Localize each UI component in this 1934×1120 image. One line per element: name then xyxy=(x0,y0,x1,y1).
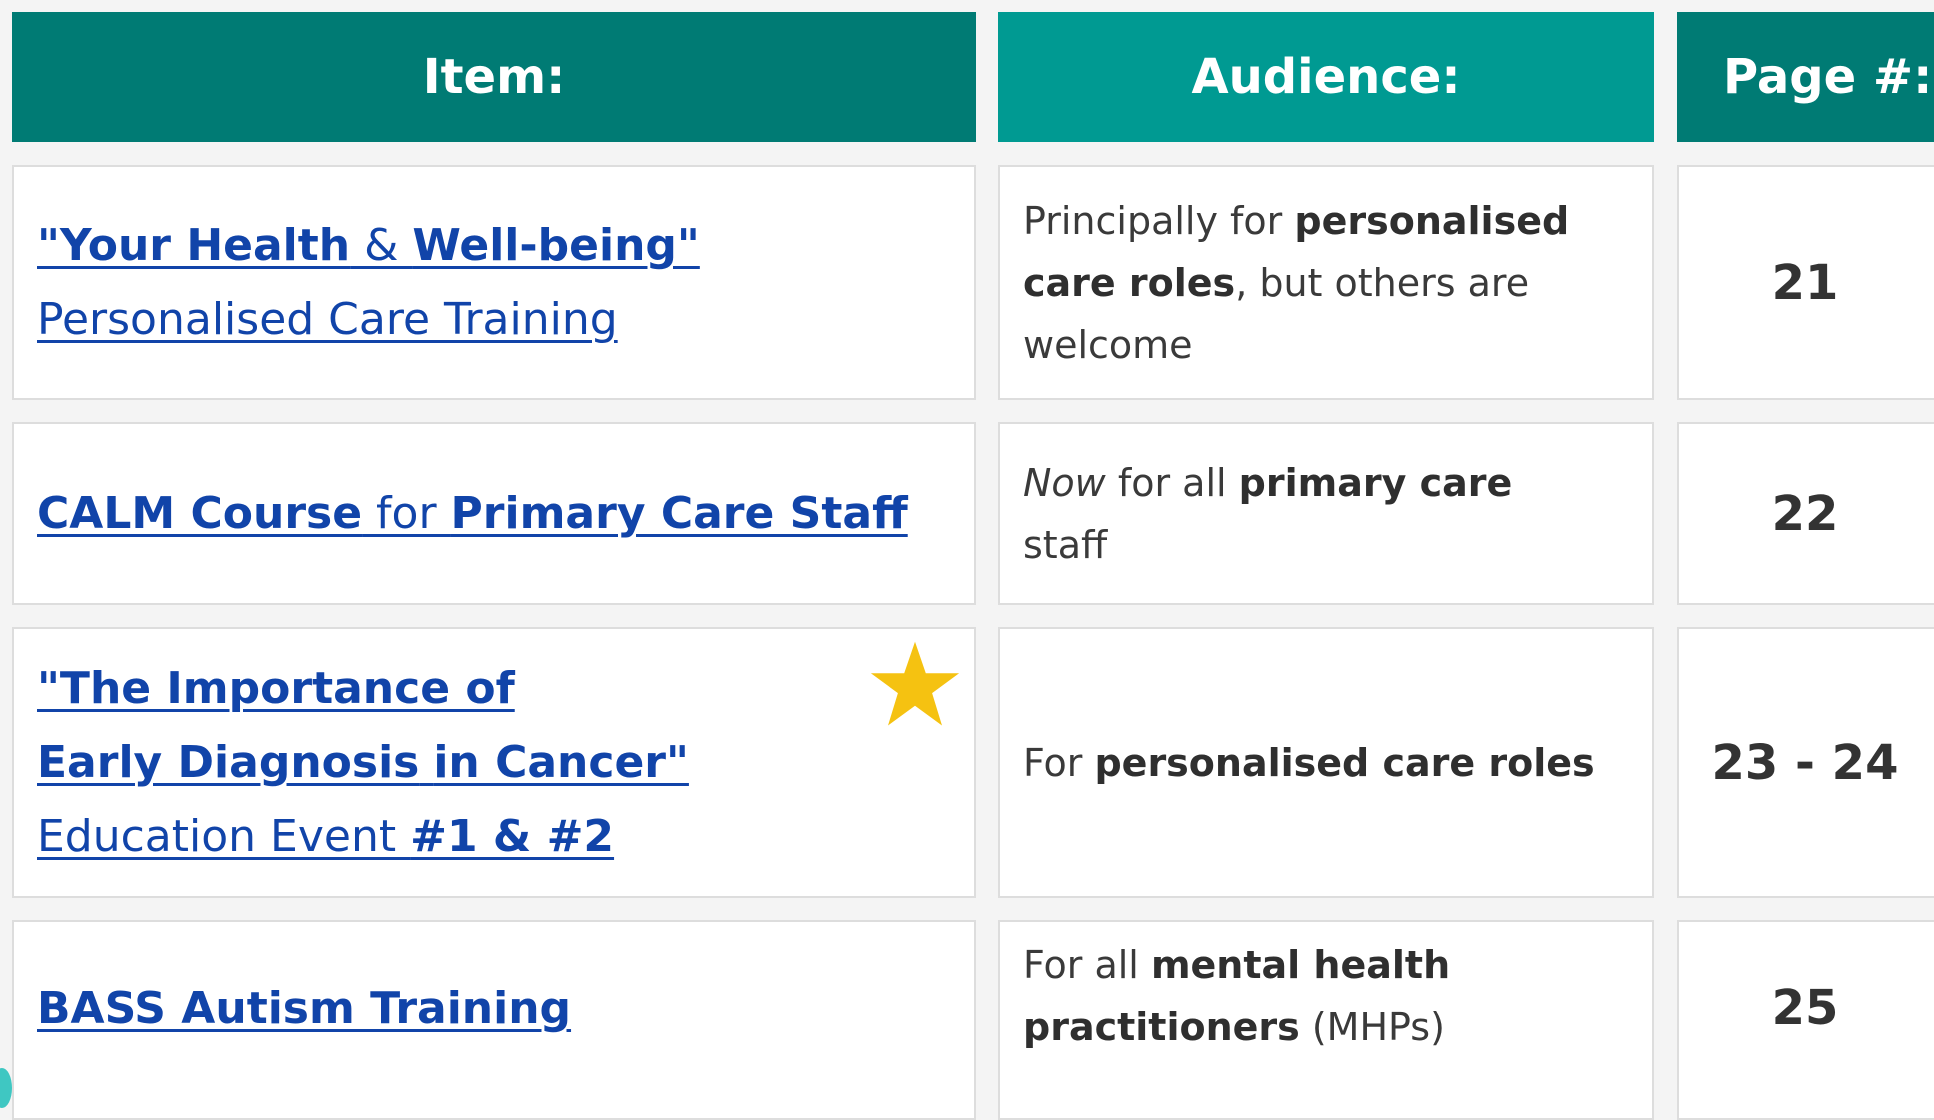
audience-text-bold: mental health xyxy=(1150,943,1451,987)
table-row-3-page: 23 - 24 xyxy=(1677,627,1934,898)
header-page: Page #: xyxy=(1677,12,1934,142)
star-icon xyxy=(870,641,960,726)
link-text: for xyxy=(362,487,451,539)
link-text: CALM Course xyxy=(37,487,363,539)
page-number: 25 xyxy=(1771,980,1839,1036)
table-row-2-page: 22 xyxy=(1677,422,1934,605)
table-row-1-page: 21 xyxy=(1677,165,1934,400)
table-row-4-page: 25 xyxy=(1677,920,1934,1120)
audience-text: welcome xyxy=(1023,322,1193,367)
table-row-3-item: "The Importance of Early Diagnosis in Ca… xyxy=(12,627,976,898)
bass-autism-training-link[interactable]: BASS Autism Training xyxy=(37,972,974,1046)
link-text: in Cancer" xyxy=(433,736,689,788)
calm-course-link[interactable]: CALM Course for Primary Care Staff xyxy=(37,477,974,551)
early-diagnosis-cancer-link[interactable]: Early Diagnosis in Cancer" xyxy=(37,726,974,800)
link-text: & xyxy=(350,219,413,271)
audience-text: (MHPs) xyxy=(1299,1005,1445,1049)
page-number: 23 - 24 xyxy=(1711,734,1899,791)
page-number: 22 xyxy=(1771,485,1839,542)
audience-text-bold: practitioners xyxy=(1023,1005,1300,1049)
link-text: "The Importance of xyxy=(37,662,515,714)
education-event-link[interactable]: Education Event #1 & #2 xyxy=(37,800,974,874)
link-text: Early Diagnosis xyxy=(37,736,420,788)
link-text: Primary Care Staff xyxy=(450,487,908,539)
table-row-2-audience: Now for all primary care staff xyxy=(998,422,1654,605)
audience-text-bold: care roles xyxy=(1023,260,1236,305)
audience-text: For all xyxy=(1023,943,1151,987)
header-item-label: Item: xyxy=(422,49,566,105)
audience-text: For xyxy=(1023,740,1095,785)
header-audience-label: Audience: xyxy=(1191,49,1461,105)
link-text: #1 & #2 xyxy=(410,810,615,862)
header-audience: Audience: xyxy=(998,12,1654,142)
importance-early-diagnosis-link[interactable]: "The Importance of xyxy=(37,652,974,726)
table-row-4-item: BASS Autism Training xyxy=(12,920,976,1120)
table-row-3-audience: For personalised care roles xyxy=(998,627,1654,898)
page-number: 21 xyxy=(1771,254,1839,311)
table-row-2-item: CALM Course for Primary Care Staff xyxy=(12,422,976,605)
personalised-care-training-link[interactable]: Personalised Care Training xyxy=(37,283,974,357)
link-text: BASS Autism Training xyxy=(37,983,572,1034)
link-text: Personalised Care Training xyxy=(37,293,618,345)
audience-text-bold: personalised xyxy=(1294,198,1570,243)
link-text: Education Event xyxy=(37,810,411,862)
link-text: "Your Health xyxy=(37,219,351,271)
audience-text-italic: Now xyxy=(1023,460,1106,505)
audience-text-bold: primary care xyxy=(1238,460,1513,505)
decorative-corner-shape xyxy=(0,1068,12,1108)
audience-text-bold: personalised care roles xyxy=(1094,740,1595,785)
link-text: Well-being" xyxy=(412,219,700,271)
audience-text: Principally for xyxy=(1023,198,1295,243)
audience-text: , but others are xyxy=(1235,260,1530,305)
table-row-1-item: "Your Health & Well-being" Personalised … xyxy=(12,165,976,400)
health-wellbeing-link[interactable]: "Your Health & Well-being" xyxy=(37,209,974,283)
audience-text: staff xyxy=(1023,522,1108,567)
header-page-label: Page #: xyxy=(1723,49,1933,105)
table-row-1-audience: Principally for personalised care roles,… xyxy=(998,165,1654,400)
table-row-4-audience: For all mental health practitioners (MHP… xyxy=(998,920,1654,1120)
header-item: Item: xyxy=(12,12,976,142)
audience-text: for all xyxy=(1105,460,1239,505)
